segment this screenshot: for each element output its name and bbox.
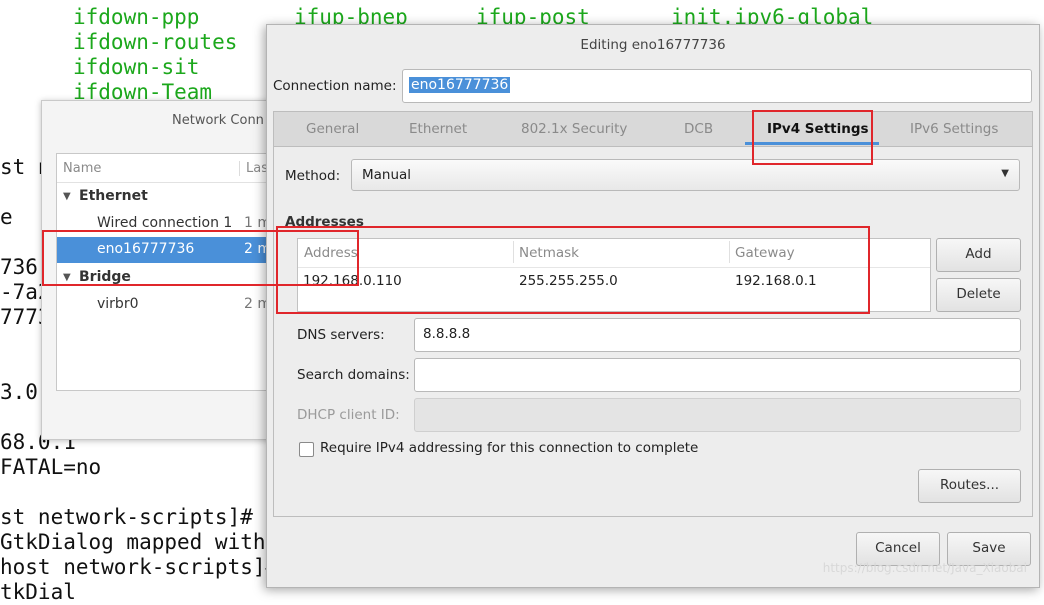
terminal-line: st network-scripts]#	[0, 505, 253, 529]
tab-bar: General Ethernet 802.1x Security DCB IPv…	[274, 112, 1032, 147]
search-domains-label: Search domains:	[297, 367, 410, 383]
terminal-line: 736	[0, 255, 38, 279]
tab-general[interactable]: General	[306, 121, 359, 137]
dhcp-client-id-label: DHCP client ID:	[297, 407, 400, 423]
connection-name: virbr0	[97, 296, 139, 312]
group-ethernet[interactable]: ▼ Ethernet	[57, 184, 287, 210]
terminal-line: FATAL=no	[0, 455, 102, 479]
require-ipv4-label[interactable]: Require IPv4 addressing for this connect…	[320, 440, 698, 456]
connection-name-label: Connection name:	[273, 78, 397, 94]
group-label: Ethernet	[79, 188, 148, 204]
highlight-address-row	[276, 226, 870, 314]
terminal-line: host network-scripts]#	[0, 555, 279, 579]
terminal-line: GtkDialog mapped with	[0, 530, 266, 554]
terminal-file: ifdown-ppp	[73, 5, 200, 29]
delete-button[interactable]: Delete	[936, 278, 1021, 312]
highlight-ipv4-tab	[752, 110, 873, 165]
tab-dcb[interactable]: DCB	[684, 121, 713, 137]
dhcp-client-id-input	[414, 398, 1021, 432]
require-ipv4-checkbox[interactable]	[299, 442, 314, 457]
add-button[interactable]: Add	[936, 238, 1021, 272]
network-window-title: Network Conn	[172, 113, 264, 128]
method-label: Method:	[285, 168, 341, 184]
column-last-used[interactable]: Las	[239, 161, 268, 176]
terminal-file: ifdown-routes	[73, 30, 238, 54]
dropdown-arrow-icon: ▼	[1001, 168, 1009, 179]
tab-8021x-security[interactable]: 802.1x Security	[521, 121, 627, 137]
connection-item[interactable]: virbr0 2 m	[57, 292, 287, 318]
terminal-line: tkDial	[0, 580, 76, 604]
search-domains-input[interactable]	[414, 358, 1021, 392]
settings-notebook: General Ethernet 802.1x Security DCB IPv…	[273, 111, 1033, 517]
connection-name: Wired connection 1	[97, 215, 233, 231]
connection-list-header: Name Las	[57, 154, 287, 183]
dns-servers-label: DNS servers:	[297, 327, 385, 343]
column-name[interactable]: Name	[63, 161, 101, 176]
tab-ethernet[interactable]: Ethernet	[409, 121, 467, 137]
dns-servers-input[interactable]: 8.8.8.8	[414, 318, 1021, 352]
connection-name-value: eno16777736	[409, 77, 511, 93]
method-dropdown[interactable]: Manual ▼	[351, 159, 1020, 191]
dialog-title: Editing eno16777736	[580, 37, 726, 53]
watermark: https://blog.csdn.net/Java_Xiaobai	[822, 561, 1027, 575]
connection-name-input[interactable]: eno16777736	[402, 69, 1032, 103]
tab-ipv6-settings[interactable]: IPv6 Settings	[910, 121, 998, 137]
terminal-file: ifdown-sit	[73, 55, 200, 79]
expander-triangle-icon[interactable]: ▼	[63, 191, 71, 202]
routes-button[interactable]: Routes...	[918, 469, 1021, 503]
dns-servers-value: 8.8.8.8	[423, 326, 471, 342]
method-value: Manual	[362, 167, 412, 183]
terminal-line: e	[0, 205, 13, 229]
